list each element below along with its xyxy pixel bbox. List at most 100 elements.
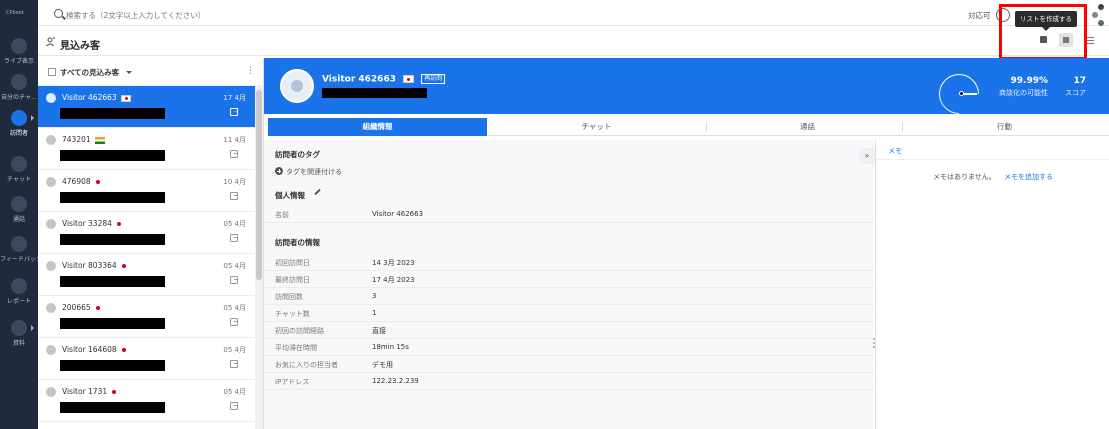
plus-icon[interactable]	[275, 167, 283, 175]
info-row: お気に入りの担当者 デモ用	[264, 356, 874, 373]
pencil-icon[interactable]	[314, 188, 321, 196]
status-dot-icon	[121, 264, 126, 268]
open-visitor-icon[interactable]	[230, 234, 238, 242]
kebab-menu-icon[interactable]: ⋮	[246, 66, 255, 76]
visitor-avatar-icon	[46, 303, 56, 313]
tab-call[interactable]: 通話	[698, 118, 917, 136]
search-icon	[54, 9, 63, 18]
visitor-name: Visitor 1731	[62, 387, 117, 396]
open-visitor-icon[interactable]	[230, 192, 238, 200]
chat-bubble-icon-live	[11, 74, 27, 90]
nav-item-chat[interactable]: チャット	[0, 156, 38, 192]
page-title: 見込み客	[60, 41, 100, 52]
search-input[interactable]	[66, 8, 466, 22]
japan-flag-icon	[120, 94, 131, 102]
visitor-date: 05 4月	[223, 346, 246, 354]
visitor-list-item[interactable]: Visitor 1731 05 4月	[38, 380, 255, 422]
memo-tab[interactable]: メモ	[876, 140, 1109, 160]
chevron-right-icon	[31, 325, 34, 331]
list-header: すべての見込み客 ⋮	[38, 58, 264, 86]
chevron-right-icon	[31, 115, 34, 121]
visitor-name-text: 743201	[62, 135, 91, 144]
row-label: チャット数	[275, 310, 310, 318]
visitor-list-item[interactable]: Visitor 33284 05 4月	[38, 212, 255, 254]
open-visitor-icon[interactable]	[230, 402, 238, 410]
tab-behavior[interactable]: 行動	[895, 118, 1109, 136]
tags-title: 訪問者のタグ	[275, 150, 320, 159]
visitor-date: 05 4月	[223, 304, 246, 312]
open-visitor-icon[interactable]	[230, 318, 238, 326]
visitor-list-item[interactable]: Visitor 164608 05 4月	[38, 338, 255, 380]
visitor-list-item[interactable]: Visitor 462663 17 4月	[38, 86, 255, 128]
visitor-avatar	[280, 69, 314, 103]
row-value: 18min 15s	[372, 343, 409, 351]
visitor-date: 05 4月	[223, 388, 246, 396]
info-row: 最終訪問日 17 4月 2023	[264, 271, 874, 288]
open-visitor-icon[interactable]	[230, 150, 238, 158]
visitor-date: 17 4月	[223, 94, 246, 102]
nav-item-document[interactable]: 資料	[0, 320, 38, 356]
select-all-checkbox[interactable]	[48, 68, 56, 76]
visitor-avatar-icon	[46, 219, 56, 229]
nav-label-text: 訪問者	[9, 130, 28, 137]
open-visitor-icon[interactable]	[230, 276, 238, 284]
chevron-down-icon[interactable]	[126, 71, 132, 74]
visitor-avatar-icon	[46, 345, 56, 355]
info-row: IPアドレス 122.23.2.239	[264, 373, 874, 390]
row-label: お気に入りの担当者	[275, 361, 338, 369]
user-status-icon[interactable]	[1092, 4, 1109, 26]
visitor-list-item[interactable]: 200665 05 4月	[38, 296, 255, 338]
open-visitor-icon[interactable]	[230, 360, 238, 368]
document-icon	[11, 320, 27, 336]
visitor-name-text: Visitor 803364	[62, 261, 117, 270]
availability-label: 対応可	[968, 11, 991, 20]
info-row: 初回の訪問経路 直接	[264, 322, 874, 339]
visitor-list-item[interactable]: Visitor 803364 05 4月	[38, 254, 255, 296]
nav-label-text: フィードバック	[0, 256, 38, 263]
visitor-name-text: 200665	[62, 303, 91, 312]
tab-chat[interactable]: チャット	[487, 118, 706, 136]
visitor-list-item[interactable]: 743201 11 4月	[38, 128, 255, 170]
india-flag-icon	[94, 136, 105, 144]
visitor-date: 05 4月	[223, 220, 246, 228]
organization-info: 訪問者のタグ タグを関連付ける 個人情報 名前 Visitor 462663 訪…	[264, 140, 874, 429]
probability-label: 商談化の可能性	[999, 89, 1048, 97]
list-scrollbar[interactable]	[255, 86, 263, 429]
row-label: 最終訪問日	[275, 276, 310, 284]
nav-label-text: 通話	[12, 216, 25, 223]
nav-label-text: レポート	[6, 298, 31, 305]
visitor-list-item[interactable]: 476908 10 4月	[38, 170, 255, 212]
visitor-date: 10 4月	[223, 178, 246, 186]
redacted-block	[60, 192, 165, 203]
nav-label-text: 資料	[12, 340, 25, 347]
redacted-block	[60, 360, 165, 371]
nav-item-feedback[interactable]: フィードバック	[0, 236, 38, 272]
nav-item-report[interactable]: レポート	[0, 278, 38, 314]
visitor-name: 476908	[62, 177, 100, 186]
visitor-avatar-icon	[46, 93, 56, 103]
nav-label-mychat: 自分のチャ...	[0, 92, 38, 108]
redacted-block	[60, 276, 165, 287]
memo-empty-state: メモはありません。 メモを追加する	[876, 172, 1109, 182]
open-visitor-icon[interactable]	[230, 108, 238, 116]
nav-item-visitors[interactable]: 訪問者	[0, 110, 38, 146]
status-dot-icon	[95, 180, 100, 184]
chat-icon	[11, 156, 27, 172]
top-bar: 対応可	[38, 4, 1109, 26]
row-value: 直接	[372, 327, 386, 335]
status-dot-icon	[116, 222, 121, 226]
list-filter-dropdown[interactable]: すべての見込み客	[60, 67, 119, 78]
app-logo: CPbeet	[6, 10, 24, 16]
row-label: 訪問回数	[275, 293, 303, 301]
add-tag-link[interactable]: タグを関連付ける	[286, 167, 342, 177]
tab-organization[interactable]: 組織情報	[268, 118, 487, 136]
nav-item-call[interactable]: 通話	[0, 196, 38, 232]
detail-tabs: 組織情報 チャット 通話 行動	[268, 118, 1109, 136]
redacted-block	[60, 318, 165, 329]
visitor-date: 05 4月	[223, 262, 246, 270]
info-row: 平均滞在時間 18min 15s	[264, 339, 874, 356]
page-header: 見込み客	[38, 28, 1109, 56]
visitor-name: 743201	[62, 135, 105, 144]
add-memo-link[interactable]: メモを追加する	[1004, 173, 1053, 181]
double-chevron-right-icon[interactable]: »	[858, 148, 876, 164]
